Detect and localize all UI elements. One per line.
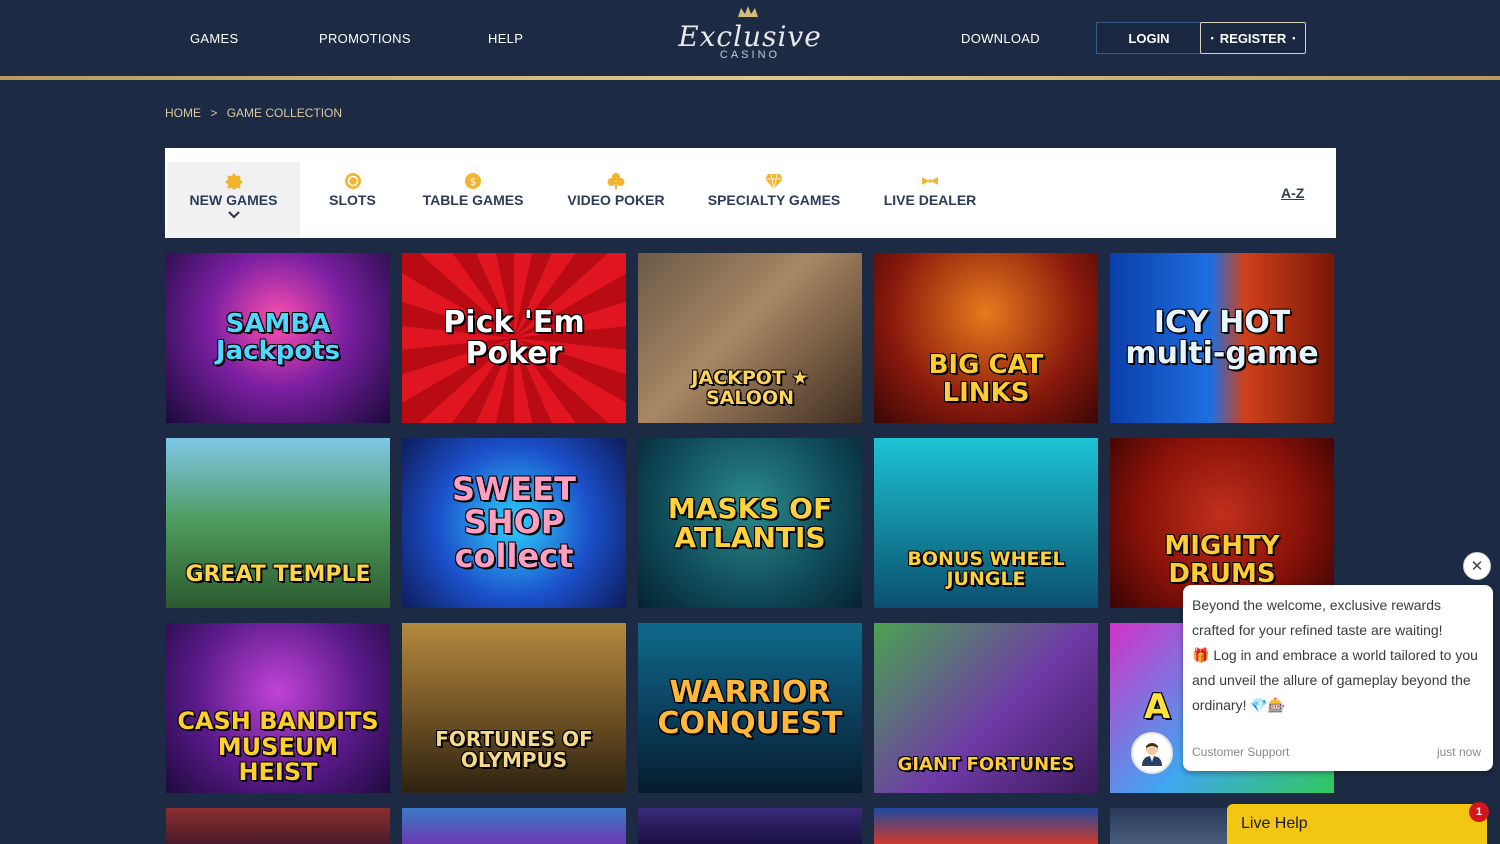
tab-live-dealer[interactable]: LIVE DEALER	[883, 162, 977, 238]
specialty-games-icon	[765, 173, 783, 190]
tab-label: TABLE GAMES	[422, 192, 524, 208]
game-title: SAMBA Jackpots	[215, 308, 341, 366]
nav-games[interactable]: GAMES	[190, 31, 238, 46]
game-tile[interactable]: Pick 'Em Poker	[402, 253, 626, 423]
game-tile[interactable]: ICY HOT multi-game	[1110, 253, 1334, 423]
tab-label: VIDEO POKER	[567, 192, 665, 208]
game-tile[interactable]: BONUS WHEEL JUNGLE	[874, 438, 1098, 608]
game-title: MASKS OF ATLANTIS	[667, 491, 833, 554]
game-tile[interactable]: GREAT TEMPLE	[166, 438, 390, 608]
game-title: FORTUNES OF OLYMPUS	[435, 727, 593, 772]
chat-line-2: Log in and embrace a world tailored to y…	[1192, 647, 1478, 713]
chat-line-1: Beyond the welcome, exclusive rewards cr…	[1192, 597, 1443, 638]
tab-video-poker[interactable]: VIDEO POKER	[567, 162, 665, 238]
game-category-tabs: NEW GAMES SLOTS $ TABLE GAMES VIDEO POKE…	[165, 148, 1336, 238]
game-tile[interactable]: WARRIOR CONQUEST	[638, 623, 862, 793]
game-tile[interactable]: BIG CAT LINKS	[874, 253, 1098, 423]
tab-label: SPECIALTY GAMES	[707, 192, 841, 208]
game-title: WARRIOR CONQUEST	[657, 674, 843, 741]
game-title: CASH BANDITS MUSEUM HEIST	[177, 707, 379, 786]
game-title: BONUS WHEEL JUNGLE	[907, 548, 1065, 591]
live-help-button[interactable]: Live Help	[1227, 804, 1487, 844]
svg-text:$: $	[470, 177, 476, 188]
game-title: BIG CAT LINKS	[928, 350, 1044, 408]
game-title: GIANT FORTUNES	[897, 754, 1075, 776]
game-title: SWEET SHOP collect	[452, 469, 576, 575]
game-tile[interactable]: SAMBA Jackpots	[166, 253, 390, 423]
new-games-icon	[224, 173, 243, 190]
breadcrumb-separator: >	[210, 106, 218, 120]
az-sort-link[interactable]: A-Z	[1281, 185, 1304, 201]
gem-slot-icon: 💎🎰	[1250, 697, 1286, 713]
game-title: Pick 'Em Poker	[443, 304, 585, 371]
chat-meta: Customer Support just now	[1192, 745, 1481, 759]
login-button[interactable]: LOGIN	[1096, 22, 1202, 54]
nav-promotions[interactable]: PROMOTIONS	[319, 31, 411, 46]
tab-slots[interactable]: SLOTS	[325, 162, 380, 238]
breadcrumb-home[interactable]: HOME	[165, 106, 201, 120]
chat-message-bubble[interactable]: Beyond the welcome, exclusive rewards cr…	[1183, 585, 1493, 771]
game-tile[interactable]	[402, 808, 626, 844]
breadcrumb: HOME > GAME COLLECTION	[165, 106, 348, 120]
gift-icon: 🎁	[1192, 647, 1210, 663]
slots-icon	[344, 173, 361, 189]
game-tile[interactable]	[638, 808, 862, 844]
register-label: REGISTER	[1219, 30, 1287, 46]
live-help-badge: 1	[1469, 802, 1489, 822]
person-icon	[1142, 743, 1162, 766]
live-dealer-icon	[922, 177, 938, 185]
video-poker-icon	[607, 173, 625, 189]
game-tile[interactable]: SWEET SHOP collect	[402, 438, 626, 608]
chat-message-text: Beyond the welcome, exclusive rewards cr…	[1192, 593, 1483, 718]
header-divider	[0, 76, 1500, 80]
site-logo[interactable]: Exclusive CASINO	[670, 8, 830, 70]
tab-label: SLOTS	[329, 192, 376, 208]
chevron-down-icon	[227, 211, 240, 219]
game-tile[interactable]: MASKS OF ATLANTIS	[638, 438, 862, 608]
game-tile[interactable]: CASH BANDITS MUSEUM HEIST	[166, 623, 390, 793]
register-dot-right: •	[1292, 33, 1296, 43]
game-tile[interactable]: JACKPOT ★ SALOON	[638, 253, 862, 423]
game-tile[interactable]: MIGHTY DRUMS	[1110, 438, 1334, 608]
nav-help[interactable]: HELP	[488, 31, 523, 46]
breadcrumb-current: GAME COLLECTION	[226, 106, 343, 120]
nav-download[interactable]: DOWNLOAD	[961, 31, 1040, 46]
support-avatar	[1131, 732, 1173, 774]
tab-specialty-games[interactable]: SPECIALTY GAMES	[707, 162, 841, 238]
game-title: GREAT TEMPLE	[185, 561, 371, 587]
chat-close-button[interactable]: ✕	[1463, 552, 1491, 580]
register-dot-left: •	[1210, 33, 1214, 43]
game-tile[interactable]: FORTUNES OF OLYMPUS	[402, 623, 626, 793]
game-title: ICY HOT multi-game	[1125, 304, 1319, 371]
register-button[interactable]: • REGISTER •	[1200, 22, 1306, 54]
game-title: A	[1144, 687, 1171, 728]
game-tile[interactable]	[874, 808, 1098, 844]
tab-label: NEW GAMES	[189, 192, 278, 208]
tab-label: LIVE DEALER	[883, 192, 977, 208]
top-navbar: GAMES PROMOTIONS HELP Exclusive CASINO D…	[0, 0, 1500, 76]
game-tile[interactable]	[166, 808, 390, 844]
game-title: JACKPOT ★ SALOON	[691, 367, 809, 410]
tab-new-games[interactable]: NEW GAMES	[167, 162, 300, 238]
table-games-icon: $	[465, 173, 481, 189]
game-tile[interactable]: GIANT FORTUNES	[874, 623, 1098, 793]
tab-table-games[interactable]: $ TABLE GAMES	[423, 162, 523, 238]
game-title: MIGHTY DRUMS	[1164, 531, 1280, 589]
chat-sender: Customer Support	[1192, 745, 1290, 759]
chat-timestamp: just now	[1436, 745, 1481, 759]
